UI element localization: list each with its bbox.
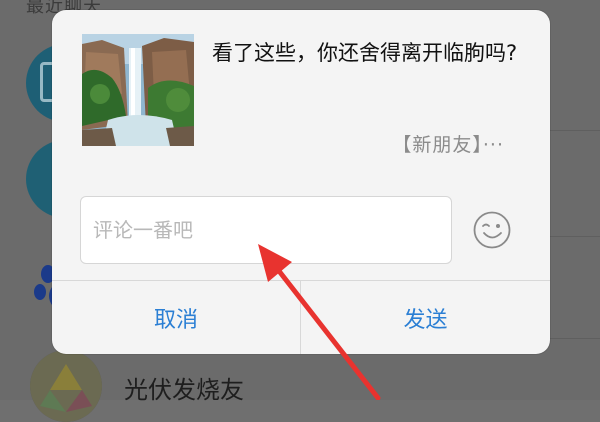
smiley-icon [473, 211, 511, 249]
share-dialog: 看了这些，你还舍得离开临朐吗? 【新朋友】··· 取消 发送 [52, 10, 550, 354]
comment-input[interactable] [80, 196, 452, 264]
logo-icon [30, 350, 102, 422]
waterfall-image [82, 34, 194, 146]
emoji-button[interactable] [472, 210, 512, 250]
avatar[interactable] [30, 350, 102, 422]
send-button[interactable]: 发送 [301, 281, 550, 354]
share-source: 【新朋友】··· [392, 134, 504, 156]
share-thumbnail [82, 34, 194, 146]
share-title: 看了这些，你还舍得离开临朐吗? [212, 41, 518, 65]
cancel-button[interactable]: 取消 [52, 281, 300, 354]
